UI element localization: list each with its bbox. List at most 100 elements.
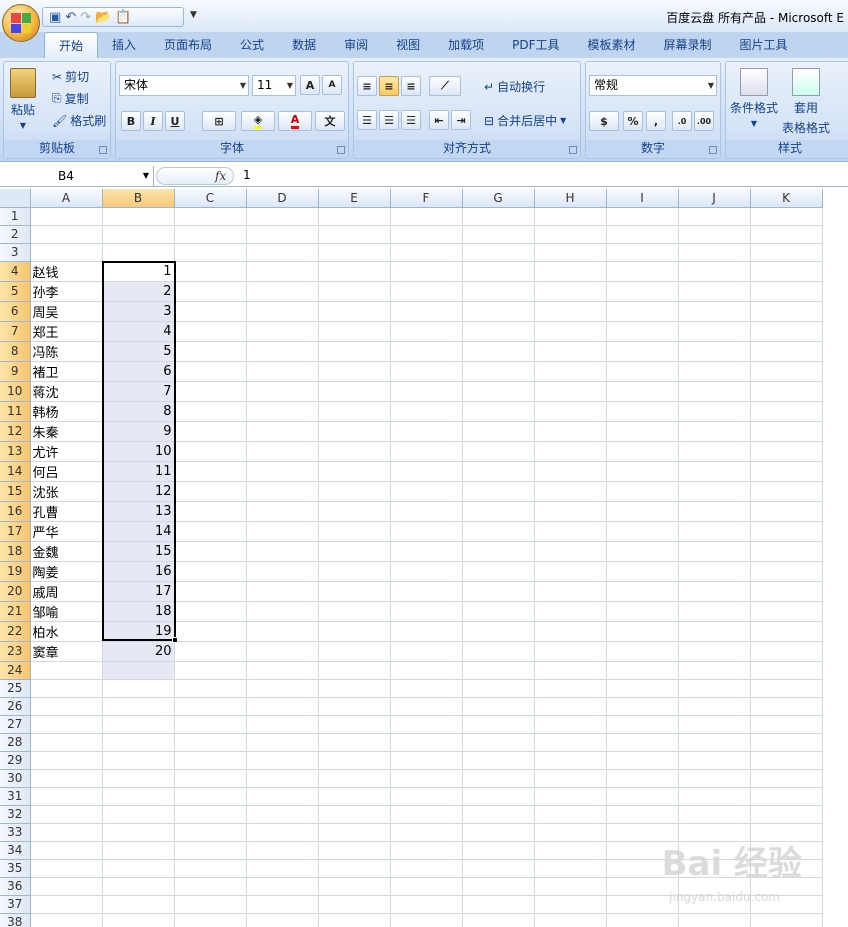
- cell-h13[interactable]: [534, 441, 607, 462]
- cell-k17[interactable]: [750, 521, 823, 542]
- cell-g26[interactable]: [462, 697, 535, 716]
- cell-i26[interactable]: [606, 697, 679, 716]
- cell-j31[interactable]: [678, 787, 751, 806]
- cell-g24[interactable]: [462, 661, 535, 680]
- cell-b13[interactable]: 10: [102, 441, 175, 462]
- cell-a19[interactable]: 陶姜: [30, 561, 103, 582]
- cell-d25[interactable]: [246, 679, 319, 698]
- cell-h2[interactable]: [534, 225, 607, 244]
- column-header-g[interactable]: G: [462, 189, 535, 208]
- cell-a31[interactable]: [30, 787, 103, 806]
- cell-g13[interactable]: [462, 441, 535, 462]
- cell-g33[interactable]: [462, 823, 535, 842]
- row-header[interactable]: 38: [0, 913, 31, 927]
- grow-font-button[interactable]: A: [300, 75, 320, 95]
- cell-a10[interactable]: 蒋沈: [30, 381, 103, 402]
- cell-g11[interactable]: [462, 401, 535, 422]
- font-size-select[interactable]: 11 ▼: [252, 75, 296, 96]
- cell-e6[interactable]: [318, 301, 391, 322]
- cell-f17[interactable]: [390, 521, 463, 542]
- cell-b26[interactable]: [102, 697, 175, 716]
- align-top-button[interactable]: ≡: [357, 76, 377, 96]
- cell-b11[interactable]: 8: [102, 401, 175, 422]
- cell-h19[interactable]: [534, 561, 607, 582]
- cell-f14[interactable]: [390, 461, 463, 482]
- cell-i31[interactable]: [606, 787, 679, 806]
- cell-d15[interactable]: [246, 481, 319, 502]
- cell-b2[interactable]: [102, 225, 175, 244]
- comma-button[interactable]: ,: [646, 111, 666, 131]
- cell-b31[interactable]: [102, 787, 175, 806]
- cell-d31[interactable]: [246, 787, 319, 806]
- cell-e8[interactable]: [318, 341, 391, 362]
- cell-i18[interactable]: [606, 541, 679, 562]
- cell-i23[interactable]: [606, 641, 679, 662]
- cell-d28[interactable]: [246, 733, 319, 752]
- cell-h26[interactable]: [534, 697, 607, 716]
- cell-f6[interactable]: [390, 301, 463, 322]
- cell-c37[interactable]: [174, 895, 247, 914]
- cell-a36[interactable]: [30, 877, 103, 896]
- row-header[interactable]: 24: [0, 661, 31, 680]
- save-icon[interactable]: ▣: [49, 10, 61, 25]
- dialog-launcher-icon[interactable]: [709, 146, 717, 154]
- cell-h10[interactable]: [534, 381, 607, 402]
- cell-k31[interactable]: [750, 787, 823, 806]
- cell-h27[interactable]: [534, 715, 607, 734]
- cell-i24[interactable]: [606, 661, 679, 680]
- cell-i9[interactable]: [606, 361, 679, 382]
- row-header[interactable]: 31: [0, 787, 31, 806]
- cell-c20[interactable]: [174, 581, 247, 602]
- cell-b36[interactable]: [102, 877, 175, 896]
- cell-f12[interactable]: [390, 421, 463, 442]
- cell-d6[interactable]: [246, 301, 319, 322]
- cell-k12[interactable]: [750, 421, 823, 442]
- cell-d2[interactable]: [246, 225, 319, 244]
- cell-h14[interactable]: [534, 461, 607, 482]
- column-header-k[interactable]: K: [750, 189, 823, 208]
- cell-c7[interactable]: [174, 321, 247, 342]
- cell-i4[interactable]: [606, 261, 679, 282]
- cell-e7[interactable]: [318, 321, 391, 342]
- cell-d14[interactable]: [246, 461, 319, 482]
- cell-e36[interactable]: [318, 877, 391, 896]
- cell-d27[interactable]: [246, 715, 319, 734]
- cell-k10[interactable]: [750, 381, 823, 402]
- cell-c23[interactable]: [174, 641, 247, 662]
- cell-h5[interactable]: [534, 281, 607, 302]
- office-button[interactable]: [2, 4, 40, 42]
- paste-icon[interactable]: 📋: [115, 10, 131, 25]
- name-box[interactable]: B4 ▼: [0, 166, 154, 186]
- cell-a38[interactable]: [30, 913, 103, 927]
- cell-f28[interactable]: [390, 733, 463, 752]
- cell-d19[interactable]: [246, 561, 319, 582]
- cell-i27[interactable]: [606, 715, 679, 734]
- cell-b4[interactable]: 1: [102, 261, 175, 282]
- cell-c17[interactable]: [174, 521, 247, 542]
- tab-3[interactable]: 公式: [226, 32, 278, 58]
- cell-d4[interactable]: [246, 261, 319, 282]
- cell-d23[interactable]: [246, 641, 319, 662]
- cell-c5[interactable]: [174, 281, 247, 302]
- row-header[interactable]: 1: [0, 207, 31, 226]
- cell-i22[interactable]: [606, 621, 679, 642]
- column-header-b[interactable]: B: [102, 189, 175, 208]
- cell-e29[interactable]: [318, 751, 391, 770]
- cell-i25[interactable]: [606, 679, 679, 698]
- align-middle-button[interactable]: ≡: [379, 76, 399, 96]
- cell-e34[interactable]: [318, 841, 391, 860]
- cell-i13[interactable]: [606, 441, 679, 462]
- phonetic-button[interactable]: 文: [315, 111, 345, 131]
- cell-a13[interactable]: 尤许: [30, 441, 103, 462]
- shrink-font-button[interactable]: A: [322, 75, 342, 95]
- cell-e17[interactable]: [318, 521, 391, 542]
- cell-f35[interactable]: [390, 859, 463, 878]
- cell-h3[interactable]: [534, 243, 607, 262]
- cell-b21[interactable]: 18: [102, 601, 175, 622]
- row-header[interactable]: 33: [0, 823, 31, 842]
- cell-i30[interactable]: [606, 769, 679, 788]
- cell-h16[interactable]: [534, 501, 607, 522]
- cell-d10[interactable]: [246, 381, 319, 402]
- column-header-c[interactable]: C: [174, 189, 247, 208]
- cell-e14[interactable]: [318, 461, 391, 482]
